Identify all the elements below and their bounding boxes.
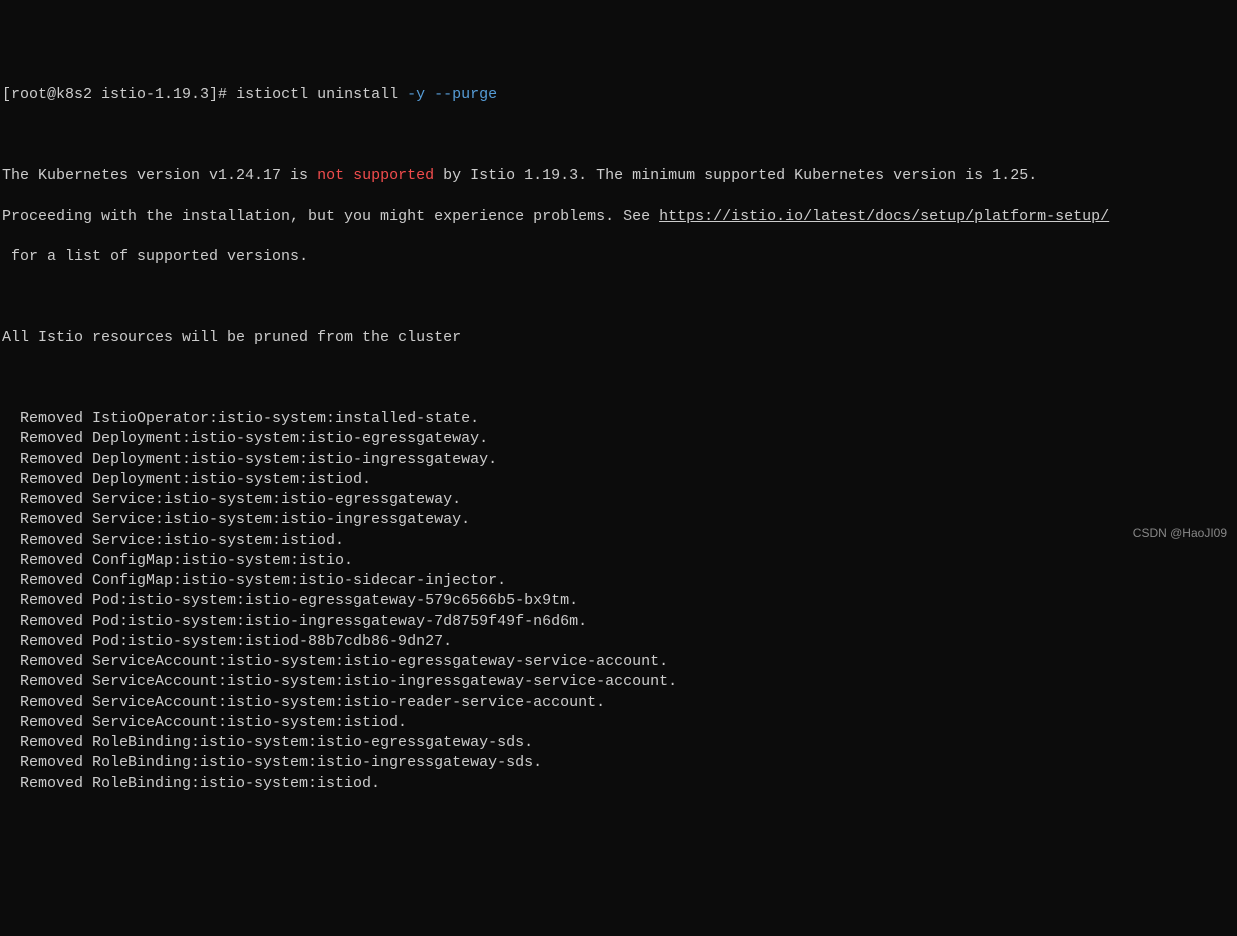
removed-item: Removed ServiceAccount:istio-system:isti… [20, 713, 1235, 733]
removed-item: Removed ConfigMap:istio-system:istio-sid… [20, 571, 1235, 591]
removed-item: Removed Deployment:istio-system:istio-eg… [20, 429, 1235, 449]
removed-item: Removed ServiceAccount:istio-system:isti… [20, 652, 1235, 672]
removed-item: Removed Service:istio-system:istio-egres… [20, 490, 1235, 510]
warning-line-1: The Kubernetes version v1.24.17 is not s… [2, 166, 1235, 186]
removed-item: Removed Service:istio-system:istiod. [20, 531, 1235, 551]
removed-item: Removed Deployment:istio-system:istiod. [20, 470, 1235, 490]
blank-line [2, 126, 1235, 146]
removed-item: Removed IstioOperator:istio-system:insta… [20, 409, 1235, 429]
error-text: not supported [317, 167, 434, 184]
terminal-output[interactable]: [root@k8s2 istio-1.19.3]# istioctl unins… [2, 85, 1235, 794]
command-name: istioctl uninstall [236, 86, 398, 103]
removed-item: Removed ServiceAccount:istio-system:isti… [20, 672, 1235, 692]
prune-header: All Istio resources will be pruned from … [2, 328, 1235, 348]
warning-line-2: Proceeding with the installation, but yo… [2, 207, 1235, 227]
removed-item: Removed Pod:istio-system:istio-egressgat… [20, 591, 1235, 611]
removed-item: Removed Deployment:istio-system:istio-in… [20, 450, 1235, 470]
blank-line [2, 369, 1235, 389]
removed-list: Removed IstioOperator:istio-system:insta… [2, 409, 1235, 794]
prompt-line: [root@k8s2 istio-1.19.3]# istioctl unins… [2, 85, 1235, 105]
removed-item: Removed Pod:istio-system:istio-ingressga… [20, 612, 1235, 632]
command-options: -y --purge [407, 86, 497, 103]
removed-item: Removed RoleBinding:istio-system:istio-i… [20, 753, 1235, 773]
blank-line [2, 288, 1235, 308]
removed-item: Removed Pod:istio-system:istiod-88b7cdb8… [20, 632, 1235, 652]
removed-item: Removed Service:istio-system:istio-ingre… [20, 510, 1235, 530]
removed-item: Removed ConfigMap:istio-system:istio. [20, 551, 1235, 571]
warning-pre-text: The Kubernetes version v1.24.17 is [2, 167, 317, 184]
warning-line2-pre: Proceeding with the installation, but yo… [2, 208, 659, 225]
removed-item: Removed ServiceAccount:istio-system:isti… [20, 693, 1235, 713]
docs-link[interactable]: https://istio.io/latest/docs/setup/platf… [659, 208, 1109, 225]
removed-item: Removed RoleBinding:istio-system:istio-e… [20, 733, 1235, 753]
warning-post-text: by Istio 1.19.3. The minimum supported K… [434, 167, 1037, 184]
shell-prompt: [root@k8s2 istio-1.19.3]# [2, 86, 227, 103]
watermark: CSDN @HaoJI09 [1133, 525, 1227, 541]
removed-item: Removed RoleBinding:istio-system:istiod. [20, 774, 1235, 794]
warning-line-3: for a list of supported versions. [2, 247, 1235, 267]
